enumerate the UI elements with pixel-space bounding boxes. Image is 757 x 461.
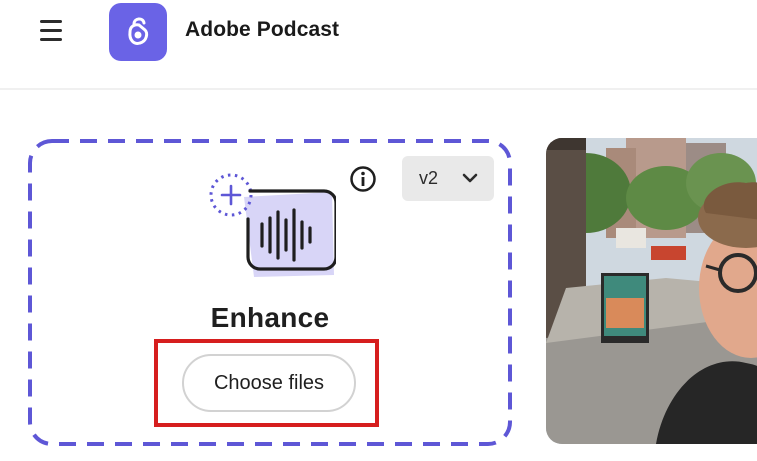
info-icon[interactable] (349, 165, 377, 193)
audio-waveform-add-icon (209, 173, 336, 277)
version-select[interactable]: v2 (402, 156, 494, 201)
enhance-title: Enhance (210, 302, 330, 333)
adobe-podcast-logo[interactable] (109, 3, 167, 61)
version-select-value: v2 (419, 168, 439, 188)
photo-street-selfie (546, 138, 757, 444)
choose-files-button[interactable]: Choose files (182, 354, 356, 412)
preview-image[interactable] (546, 138, 757, 444)
app-header: Adobe Podcast (0, 0, 757, 90)
app-title: Adobe Podcast (185, 18, 340, 41)
enhance-card: v2 Enhance Choose files (28, 139, 512, 446)
chevron-down-icon (462, 173, 478, 183)
hamburger-menu-icon[interactable] (32, 12, 72, 48)
